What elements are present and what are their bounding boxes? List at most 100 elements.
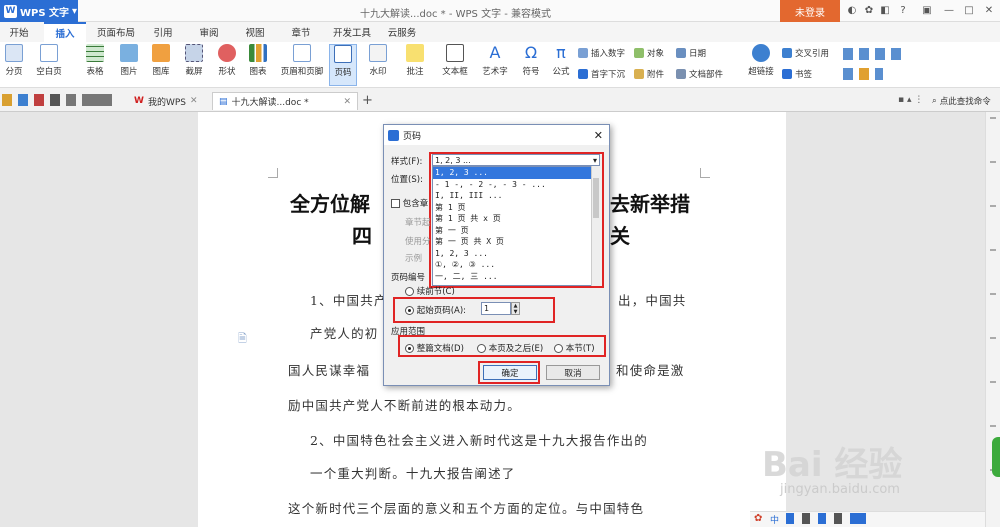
title-line-1-left: 全方位解 (290, 192, 370, 216)
insert-number-button[interactable]: 插入数字 (578, 47, 625, 59)
close-icon[interactable]: ✕ (982, 4, 996, 18)
label: 文档部件 (689, 70, 724, 80)
tab-references[interactable]: 引用 (146, 22, 180, 42)
label: 图库 (152, 67, 170, 77)
wordart-button[interactable]: A 艺术字 (480, 44, 510, 78)
include-chapter-checkbox[interactable]: 包含章 (391, 197, 428, 209)
app-menu-button[interactable]: W WPS 文字 ▾ (0, 0, 78, 22)
page-number-button[interactable]: 页码 (329, 44, 357, 86)
doc-parts-button[interactable]: 文档部件 (676, 68, 723, 80)
form-tools-icons-2[interactable] (843, 68, 883, 80)
object-button[interactable]: 对象 (634, 47, 664, 59)
side-widget[interactable] (992, 437, 1000, 477)
tab-review[interactable]: 审阅 (192, 22, 226, 42)
shape-button[interactable]: 形状 (214, 44, 240, 77)
corner-mark-left (268, 168, 278, 178)
close-icon[interactable]: ✕ (594, 129, 603, 142)
hyperlink-button[interactable]: 超链接 (744, 44, 778, 77)
gallery-button[interactable]: 图库 (148, 44, 174, 77)
form-tools-icons[interactable] (843, 48, 903, 60)
bookmark-button[interactable]: 书签 (782, 68, 812, 80)
object-icon (634, 48, 644, 58)
page-break-button[interactable]: 分页 (2, 44, 26, 77)
paragraph-icon[interactable]: 🗎 (238, 330, 247, 349)
wps-logo-icon: W (4, 4, 17, 18)
tab-developer[interactable]: 开发工具 (328, 22, 376, 42)
minimize-icon[interactable]: — (942, 4, 956, 18)
maximize-icon[interactable]: □ (962, 4, 976, 18)
share-icon[interactable]: ✿ (862, 4, 876, 18)
attachment-button[interactable]: 附件 (634, 68, 664, 80)
tab-cloud[interactable]: 云服务 (382, 22, 422, 42)
calendar-icon (676, 48, 686, 58)
picture-button[interactable]: 图片 (116, 44, 142, 77)
label: 续前节(C) (416, 287, 455, 297)
window-title: 十九大解读...doc * - WPS 文字 - 兼容模式 (360, 9, 552, 20)
label: 形状 (218, 67, 236, 77)
ime-chinese-icon[interactable]: 中 (770, 513, 779, 526)
restore-icon[interactable]: ▣ (920, 4, 934, 18)
date-button[interactable]: 日期 (676, 47, 706, 59)
close-icon[interactable]: ✕ (190, 96, 198, 106)
collapse-icons[interactable]: ▪ ▴ ⋮ (898, 95, 923, 105)
tab-my-wps[interactable]: W 我的WPS ✕ (128, 92, 204, 110)
example-label: 示例 (405, 254, 423, 264)
baidu-url: jingyan.baidu.com (780, 482, 900, 497)
continue-radio[interactable]: 续前节(C) (405, 285, 455, 297)
wps-icon: W (134, 96, 144, 106)
chart-button[interactable]: 图表 (246, 44, 270, 77)
style-label: 样式(F): (391, 157, 423, 167)
label: 批注 (406, 67, 424, 77)
shape-icon (218, 44, 236, 62)
tab-home[interactable]: 开始 (0, 22, 38, 42)
login-button[interactable]: 未登录 (780, 0, 840, 22)
command-search[interactable]: ⌕ 点此查找命令 (932, 95, 991, 107)
header-footer-button[interactable]: 页眉和页脚 (280, 44, 324, 77)
gallery-icon (152, 44, 170, 62)
screenshot-icon (185, 44, 203, 62)
new-tab-icon[interactable]: + (362, 93, 373, 108)
watermark-button[interactable]: 水印 (364, 44, 392, 77)
blank-page-button[interactable]: 空白页 (32, 44, 66, 77)
para4-line1: 这个新时代三个层面的意义和五个方面的定位。与中国特色 (288, 501, 645, 516)
feedback-icon[interactable]: ◧ (878, 4, 892, 18)
label: 文本框 (442, 67, 468, 77)
label: 交叉引用 (795, 49, 830, 59)
label: 符号 (522, 67, 540, 77)
blank-page-icon (40, 44, 58, 62)
label: 表格 (86, 67, 104, 77)
comment-button[interactable]: 批注 (402, 44, 428, 77)
screenshot-button[interactable]: 截屏 (181, 44, 207, 77)
quick-access-icons[interactable] (2, 94, 112, 106)
checkbox[interactable] (391, 199, 400, 208)
tab-chapter[interactable]: 章节 (284, 22, 318, 42)
label: 日期 (689, 49, 707, 59)
dialog-title-bar[interactable]: 页码 ✕ (384, 125, 609, 145)
app-name: WPS 文字 (20, 7, 70, 19)
cancel-button[interactable]: 取消 (546, 365, 600, 380)
cross-ref-button[interactable]: 交叉引用 (782, 47, 829, 59)
wps-logo-icon (388, 129, 399, 141)
search-icon: ⌕ (932, 96, 937, 106)
bookmark-icon (782, 69, 792, 79)
formula-button[interactable]: π 公式 (550, 44, 572, 78)
tab-page-layout[interactable]: 页面布局 (92, 22, 140, 42)
textbox-button[interactable]: 文本框 (438, 44, 472, 77)
ime-tool-icons[interactable] (786, 513, 866, 524)
tab-label: 我的WPS (147, 97, 186, 108)
drop-cap-button[interactable]: 首字下沉 (578, 68, 625, 80)
page-break-icon (5, 44, 23, 62)
close-icon[interactable]: ✕ (343, 97, 351, 107)
tab-view[interactable]: 视图 (238, 22, 272, 42)
symbol-button[interactable]: Ω 符号 (518, 44, 544, 78)
tab-insert[interactable]: 插入 (44, 22, 86, 42)
skin-icon[interactable]: ◐ (845, 4, 859, 18)
radio[interactable] (405, 287, 414, 296)
tab-document[interactable]: ▤ 十九大解读...doc * ✕ (212, 92, 358, 110)
label: 包含章 (402, 199, 429, 209)
help-icon[interactable]: ? (896, 4, 910, 18)
ime-logo-icon[interactable]: ✿ (754, 513, 762, 524)
highlight-ok (478, 361, 540, 384)
numbering-group-label: 页码编号 (391, 273, 426, 283)
table-button[interactable]: 表格 (82, 44, 108, 77)
